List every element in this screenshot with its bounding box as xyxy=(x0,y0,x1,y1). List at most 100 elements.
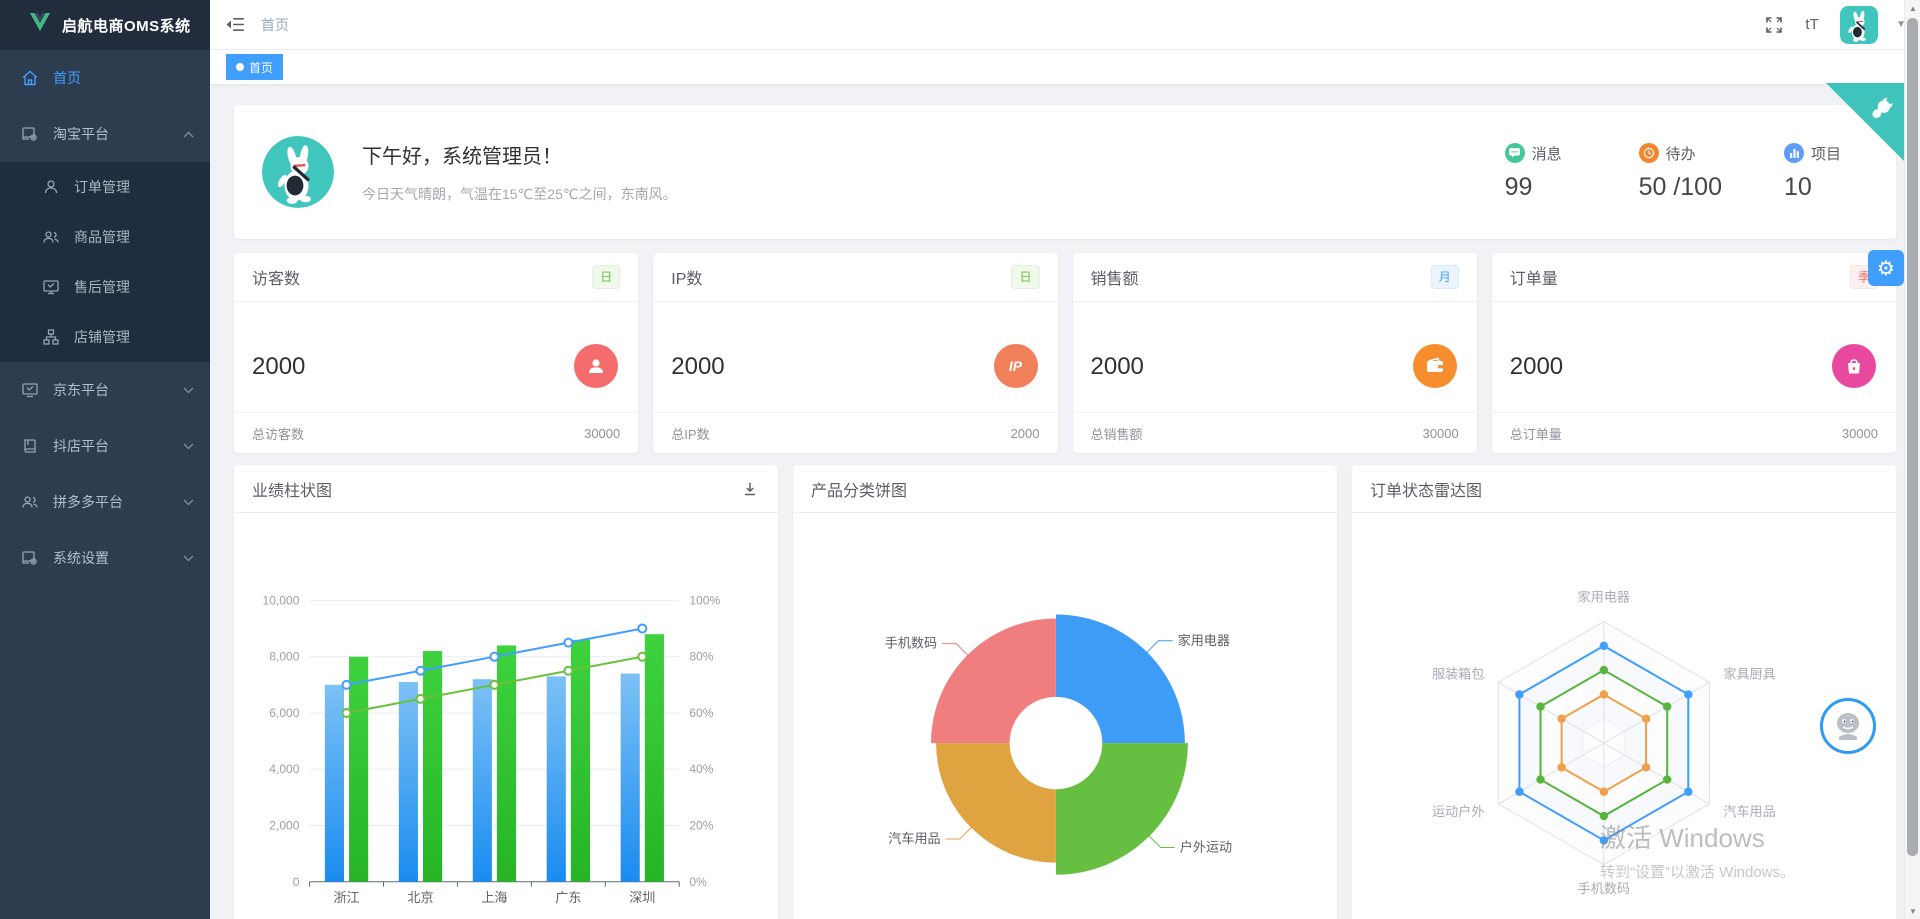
sidebar-item-label: 抖店平台 xyxy=(53,436,183,456)
svg-text:10,000: 10,000 xyxy=(263,593,300,607)
stat-card-visitors: 访客数 日 2000 总访客数 30000 xyxy=(234,253,638,453)
radar-chart-card: 订单状态雷达图 家用电器家具厨具汽车用品手机数码运动户外服装箱包 xyxy=(1352,465,1896,919)
card-value: 2000 xyxy=(252,353,305,381)
pie-chart[interactable]: 家用电器户外运动汽车用品手机数码 xyxy=(793,513,1337,919)
scrollbar-down-arrow[interactable]: ▼ xyxy=(1905,903,1920,919)
pie-chart-card: 产品分类饼图 家用电器户外运动汽车用品手机数码 xyxy=(793,465,1337,919)
goods-icon xyxy=(42,228,60,246)
project-chart-icon xyxy=(1784,143,1804,163)
sidebar-collapse-button[interactable] xyxy=(225,15,245,35)
period-tag[interactable]: 日 xyxy=(592,265,620,289)
app-title: 启航电商OMS系统 xyxy=(62,15,191,36)
sidebar-item-goods-mgmt[interactable]: 商品管理 xyxy=(0,212,210,262)
scrollbar-thumb[interactable] xyxy=(1907,18,1918,856)
weather-text: 今日天气晴朗，气温在15℃至25℃之间，东南风。 xyxy=(362,184,677,204)
font-size-icon[interactable]: tT xyxy=(1802,15,1822,35)
order-icon xyxy=(42,178,60,196)
tag-label: 首页 xyxy=(249,59,273,76)
svg-text:家用电器: 家用电器 xyxy=(1178,633,1230,648)
sidebar-item-label: 售后管理 xyxy=(74,277,194,297)
card-title: IP数 xyxy=(671,265,702,289)
home-icon xyxy=(21,69,39,87)
tag-home[interactable]: 首页 xyxy=(226,54,283,80)
svg-text:0%: 0% xyxy=(689,875,707,889)
main-area: 首页 tT ▼ 首页 下午好，系统管理员！ 今日天气晴朗，气温在15℃至25 xyxy=(210,0,1920,919)
user-avatar[interactable] xyxy=(1840,6,1878,44)
card-footer-label: 总订单量 xyxy=(1510,424,1562,443)
card-value: 2000 xyxy=(1091,353,1144,381)
scrollbar-up-arrow[interactable]: ▲ xyxy=(1905,0,1920,16)
ip-icon: IP xyxy=(994,344,1038,388)
message-icon xyxy=(1505,143,1525,163)
chevron-down-icon xyxy=(183,499,194,506)
svg-text:2,000: 2,000 xyxy=(269,819,300,833)
card-value: 2000 xyxy=(671,353,724,381)
svg-text:60%: 60% xyxy=(689,706,713,720)
sidebar-item-jd[interactable]: 京东平台 xyxy=(0,362,210,418)
sidebar-item-aftersale-mgmt[interactable]: 售后管理 xyxy=(0,262,210,312)
period-tag[interactable]: 日 xyxy=(1011,265,1039,289)
stat-label: 消息 xyxy=(1532,143,1562,164)
stat-messages: 消息 99 xyxy=(1505,143,1577,202)
chevron-down-icon xyxy=(183,555,194,562)
chart-title: 业绩柱状图 xyxy=(252,477,332,501)
svg-text:广东: 广东 xyxy=(555,890,581,905)
svg-text:北京: 北京 xyxy=(407,890,433,905)
card-footer-value: 30000 xyxy=(1842,426,1878,441)
app-logo-bar[interactable]: 启航电商OMS系统 xyxy=(0,0,210,50)
pdd-platform-icon xyxy=(21,493,39,511)
chevron-down-icon xyxy=(183,387,194,394)
tags-bar: 首页 xyxy=(210,50,1920,85)
stat-card-sales: 销售额 月 2000 总销售额 30000 xyxy=(1073,253,1477,453)
svg-text:运动户外: 运动户外 xyxy=(1432,804,1484,819)
page-scrollbar[interactable]: ▲ ▼ xyxy=(1904,0,1920,919)
bar-chart[interactable]: 10,000100%8,00080%6,00060%4,00040%2,0002… xyxy=(234,513,778,919)
sidebar-item-label: 淘宝平台 xyxy=(53,124,183,144)
todo-clock-icon xyxy=(1639,143,1659,163)
svg-text:8,000: 8,000 xyxy=(269,650,300,664)
breadcrumb[interactable]: 首页 xyxy=(261,15,289,35)
fullscreen-icon[interactable] xyxy=(1764,15,1784,35)
svg-text:汽车用品: 汽车用品 xyxy=(1723,804,1775,819)
svg-text:40%: 40% xyxy=(689,762,713,776)
card-footer-value: 30000 xyxy=(584,426,620,441)
svg-text:20%: 20% xyxy=(689,819,713,833)
sidebar-item-douyin[interactable]: 抖店平台 xyxy=(0,418,210,474)
stat-card-orders: 订单量 季 2000 总订单量 30000 xyxy=(1492,253,1896,453)
customer-service-bubble[interactable] xyxy=(1820,698,1876,754)
theme-settings-button[interactable]: ⚙ xyxy=(1868,250,1904,286)
visitor-icon xyxy=(574,344,618,388)
svg-text:浙江: 浙江 xyxy=(333,890,359,905)
card-footer-label: 总IP数 xyxy=(671,424,709,443)
bag-icon xyxy=(1832,344,1876,388)
svg-text:深圳: 深圳 xyxy=(629,890,655,905)
download-icon[interactable] xyxy=(740,479,760,499)
chart-title: 产品分类饼图 xyxy=(811,477,907,501)
period-tag[interactable]: 月 xyxy=(1431,265,1459,289)
sidebar-item-home[interactable]: 首页 xyxy=(0,50,210,106)
sidebar-item-settings[interactable]: 系统设置 xyxy=(0,530,210,586)
svg-text:汽车用品: 汽车用品 xyxy=(888,831,940,846)
sidebar-item-label: 商品管理 xyxy=(74,227,194,247)
svg-text:户外运动: 户外运动 xyxy=(1180,840,1232,855)
sidebar-item-order-mgmt[interactable]: 订单管理 xyxy=(0,162,210,212)
taobao-platform-icon xyxy=(21,125,39,143)
svg-text:手机数码: 手机数码 xyxy=(1578,881,1630,896)
card-title: 访客数 xyxy=(252,265,300,289)
sidebar-submenu-taobao: 订单管理 商品管理 售后管理 店铺管理 xyxy=(0,162,210,362)
page-content: 下午好，系统管理员！ 今日天气晴朗，气温在15℃至25℃之间，东南风。 消息 9… xyxy=(210,85,1920,919)
card-footer-value: 30000 xyxy=(1423,426,1459,441)
sidebar-item-shop-mgmt[interactable]: 店铺管理 xyxy=(0,312,210,362)
chevron-up-icon xyxy=(183,131,194,138)
sidebar-item-pdd[interactable]: 拼多多平台 xyxy=(0,474,210,530)
aftersale-icon xyxy=(42,278,60,296)
chevron-down-icon xyxy=(183,443,194,450)
corner-ribbon[interactable] xyxy=(1826,83,1904,161)
radar-chart[interactable]: 家用电器家具厨具汽车用品手机数码运动户外服装箱包 xyxy=(1352,513,1896,919)
sidebar-item-taobao[interactable]: 淘宝平台 xyxy=(0,106,210,162)
svg-text:家具厨具: 家具厨具 xyxy=(1723,666,1775,681)
stat-card-ip: IP数 日 2000 IP 总IP数 2000 xyxy=(653,253,1057,453)
card-footer-label: 总访客数 xyxy=(252,424,304,443)
card-title: 销售额 xyxy=(1091,265,1139,289)
chart-cards-row: 业绩柱状图 10,000100%8,00080%6,00060%4,00040%… xyxy=(234,465,1896,919)
